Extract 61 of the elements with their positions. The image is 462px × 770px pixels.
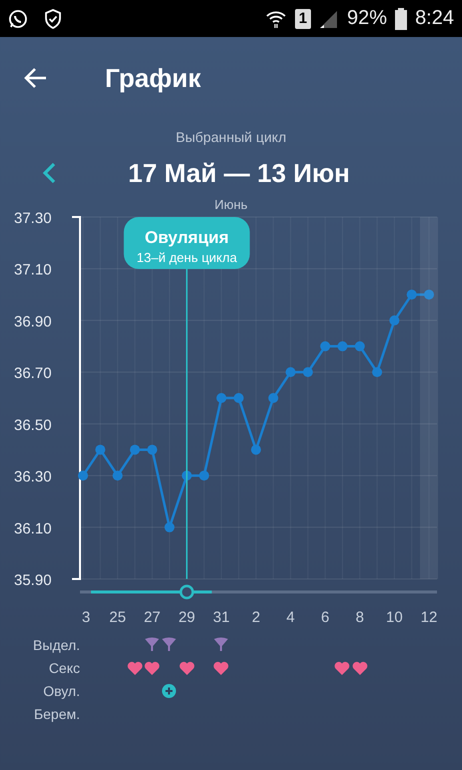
data-point bbox=[406, 290, 417, 300]
x-tick-label: 8 bbox=[356, 609, 364, 626]
x-tick-label: 12 bbox=[420, 609, 438, 626]
sim-indicator: 1 bbox=[294, 8, 312, 28]
data-point bbox=[320, 341, 330, 352]
y-tick-label: 35.90 bbox=[14, 572, 52, 589]
tooltip-title: Овуляция bbox=[144, 228, 229, 247]
data-point bbox=[424, 290, 434, 300]
data-point bbox=[372, 367, 382, 378]
month-label: Июнь bbox=[213, 197, 249, 214]
data-point bbox=[95, 444, 106, 455]
signal-icon bbox=[319, 8, 340, 28]
marker-row-label: Овул. bbox=[42, 682, 80, 698]
x-tick-label: 10 bbox=[386, 609, 403, 626]
shield-icon bbox=[44, 8, 62, 28]
data-point bbox=[112, 470, 123, 481]
data-point bbox=[338, 341, 348, 352]
battery-level: 92% bbox=[347, 7, 388, 30]
y-tick-label: 36.10 bbox=[14, 520, 52, 538]
data-point bbox=[389, 315, 400, 326]
marker-row-label: Секс bbox=[48, 660, 80, 676]
y-tick-label: 36.50 bbox=[14, 416, 52, 434]
marker-row-label: Берем. bbox=[32, 706, 80, 722]
screen-title: График bbox=[105, 62, 201, 94]
chevron-left-icon[interactable] bbox=[42, 162, 56, 184]
tooltip-text: 13–й день цикла bbox=[136, 250, 237, 265]
x-tick-label: 29 bbox=[178, 609, 196, 626]
data-point bbox=[286, 367, 296, 378]
data-point bbox=[251, 444, 261, 455]
marker-row-label: Выдел. bbox=[32, 636, 80, 652]
data-point bbox=[268, 393, 278, 403]
x-tick-label: 2 bbox=[252, 609, 260, 626]
data-point bbox=[130, 444, 140, 455]
data-point bbox=[199, 470, 210, 481]
cycle-range: 17 Май — 13 Июн bbox=[127, 158, 351, 188]
data-point bbox=[302, 367, 313, 378]
clock: 8:24 bbox=[415, 7, 454, 30]
data-point bbox=[182, 470, 192, 481]
x-tick-label: 27 bbox=[144, 609, 161, 626]
data-point bbox=[216, 393, 226, 403]
y-tick-label: 36.90 bbox=[14, 313, 52, 330]
wifi-icon bbox=[264, 8, 287, 28]
range-slider[interactable] bbox=[91, 584, 212, 600]
cycle-caption: Выбранный цикл bbox=[174, 129, 288, 145]
y-tick-label: 36.30 bbox=[14, 468, 52, 486]
y-tick-label: 37.10 bbox=[14, 262, 52, 279]
data-point bbox=[354, 341, 365, 352]
x-tick-label: 6 bbox=[321, 609, 330, 626]
x-tick-label: 31 bbox=[213, 609, 230, 626]
data-point bbox=[147, 444, 158, 455]
y-tick-label: 36.70 bbox=[14, 365, 52, 382]
battery-icon bbox=[395, 8, 408, 30]
data-point bbox=[234, 393, 244, 403]
x-tick-label: 4 bbox=[286, 609, 295, 626]
x-tick-label: 25 bbox=[109, 609, 126, 626]
x-tick-label: 3 bbox=[82, 609, 90, 626]
data-point bbox=[164, 522, 174, 532]
chat-icon bbox=[8, 8, 28, 28]
y-tick-label: 37.30 bbox=[14, 212, 52, 227]
data-point bbox=[78, 470, 88, 481]
back-arrow-icon[interactable] bbox=[23, 67, 47, 89]
